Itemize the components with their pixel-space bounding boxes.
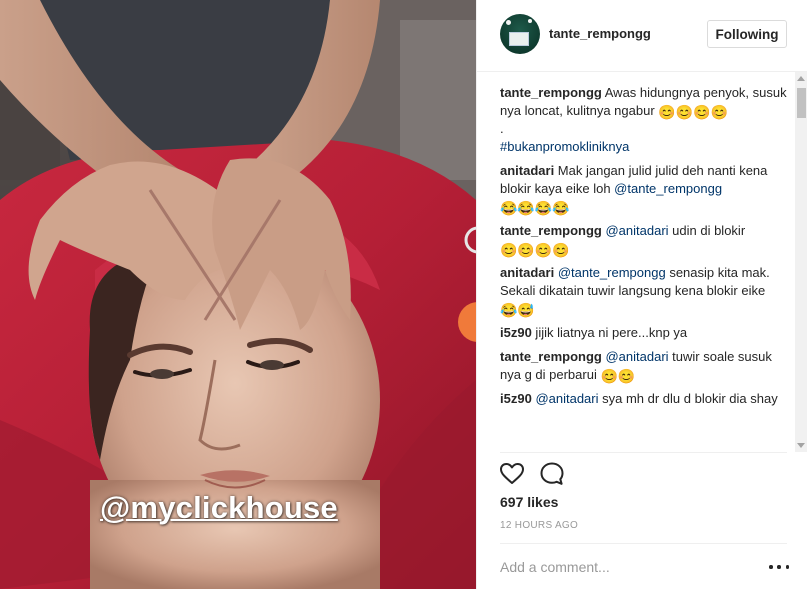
- comment-item: tante_rempongg @anitadari udin di blokir…: [500, 222, 790, 258]
- mention-link[interactable]: @anitadari: [605, 349, 668, 364]
- following-button[interactable]: Following: [707, 20, 787, 48]
- mention-link[interactable]: @tante_rempongg: [614, 181, 722, 196]
- dot: [777, 565, 781, 569]
- comment-text: sya mh dr dlu d blokir dia shay: [598, 391, 778, 406]
- comment-text: udin di blokir: [668, 223, 746, 238]
- emoji-group: 😂😂😂😂: [500, 200, 570, 216]
- comment-item: anitadari @tante_rempongg senasip kita m…: [500, 264, 790, 318]
- comment-username[interactable]: i5z90: [500, 325, 532, 340]
- post-timestamp[interactable]: 12 HOURS AGO: [500, 520, 578, 531]
- comment-item: i5z90 @anitadari sya mh dr dlu d blokir …: [500, 390, 790, 408]
- comment-item: anitadari Mak jangan julid julid deh nan…: [500, 162, 790, 216]
- scroll-up-arrow-icon[interactable]: [797, 76, 805, 81]
- emoji-group: 😊😊: [600, 368, 636, 384]
- comment-item: tante_rempongg @anitadari tuwir soale su…: [500, 348, 790, 384]
- post-side-panel: tante_rempongg Following tante_rempongg …: [476, 0, 807, 589]
- avatar-decoration: [528, 19, 532, 23]
- divider: [500, 543, 787, 544]
- likes-count[interactable]: 697 likes: [500, 494, 558, 510]
- post-author-username[interactable]: tante_rempongg: [549, 26, 651, 41]
- comment-username[interactable]: tante_rempongg: [500, 85, 602, 100]
- speech-bubble-icon[interactable]: [539, 461, 565, 487]
- dot: [785, 565, 789, 569]
- mention-link[interactable]: @anitadari: [535, 391, 598, 406]
- video-watermark: @myclickhouse: [100, 490, 338, 525]
- scrollbar-thumb[interactable]: [797, 88, 806, 118]
- emoji-group: 😂😅: [500, 302, 535, 318]
- comment-username[interactable]: anitadari: [500, 265, 554, 280]
- scroll-down-arrow-icon[interactable]: [797, 443, 805, 448]
- emoji-group: 😊😊😊😊: [500, 242, 570, 258]
- divider: [500, 452, 787, 453]
- avatar-decoration: [509, 32, 529, 46]
- comment-username[interactable]: tante_rempongg: [500, 223, 602, 238]
- emoji-group: 😊😊😊😊: [658, 104, 729, 120]
- mention-link[interactable]: @anitadari: [605, 223, 668, 238]
- comment-username[interactable]: i5z90: [500, 391, 532, 406]
- comment-item: tante_rempongg Awas hidungnya penyok, su…: [500, 84, 790, 156]
- comment-item: i5z90 jijik liatnya ni pere...knp ya: [500, 324, 790, 342]
- avatar[interactable]: [500, 14, 540, 54]
- add-comment-input[interactable]: [500, 556, 750, 578]
- post-header: tante_rempongg Following: [477, 0, 807, 72]
- avatar-decoration: [506, 20, 511, 25]
- comment-text: .: [500, 121, 504, 136]
- comment-text: jijik liatnya ni pere...knp ya: [531, 325, 688, 340]
- hashtag-link[interactable]: #bukanpromokliniknya: [500, 139, 629, 154]
- mention-link[interactable]: @tante_rempongg: [558, 265, 666, 280]
- comments-scrollbar[interactable]: [795, 72, 807, 452]
- more-options-icon[interactable]: [769, 559, 789, 575]
- heart-outline-icon[interactable]: [499, 461, 525, 487]
- comment-username[interactable]: anitadari: [500, 163, 554, 178]
- dot: [769, 565, 773, 569]
- comments-list[interactable]: tante_rempongg Awas hidungnya penyok, su…: [500, 84, 790, 454]
- post-media[interactable]: @myclickhouse: [0, 0, 476, 589]
- comment-username[interactable]: tante_rempongg: [500, 349, 602, 364]
